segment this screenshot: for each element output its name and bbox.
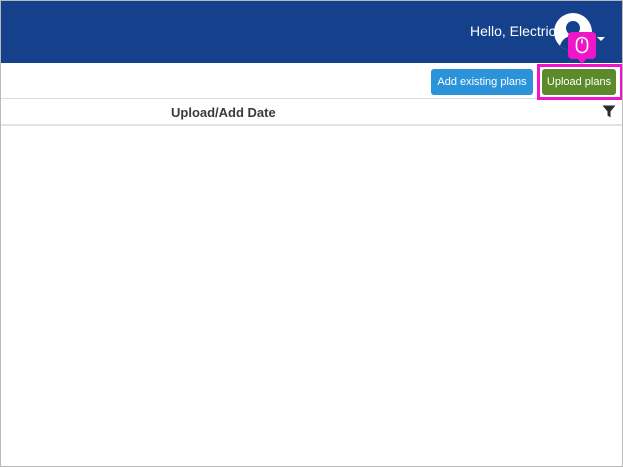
app-window: Hello, Electric Add existing plans Uploa…	[0, 0, 623, 467]
cursor-indicator-tip	[577, 58, 587, 64]
table-body	[1, 128, 622, 466]
cursor-indicator	[568, 32, 596, 64]
top-header: Hello, Electric	[1, 1, 622, 63]
caret-down-icon[interactable]	[597, 37, 605, 41]
mouse-icon	[575, 36, 589, 54]
table-header: Upload/Add Date	[1, 100, 622, 126]
upload-plans-button[interactable]: Upload plans	[542, 69, 616, 95]
add-existing-plans-button[interactable]: Add existing plans	[431, 69, 533, 95]
user-greeting: Hello, Electric	[470, 23, 556, 39]
filter-icon[interactable]	[602, 105, 616, 118]
column-header-upload-date[interactable]: Upload/Add Date	[171, 105, 276, 121]
toolbar: Add existing plans Upload plans	[1, 63, 622, 99]
